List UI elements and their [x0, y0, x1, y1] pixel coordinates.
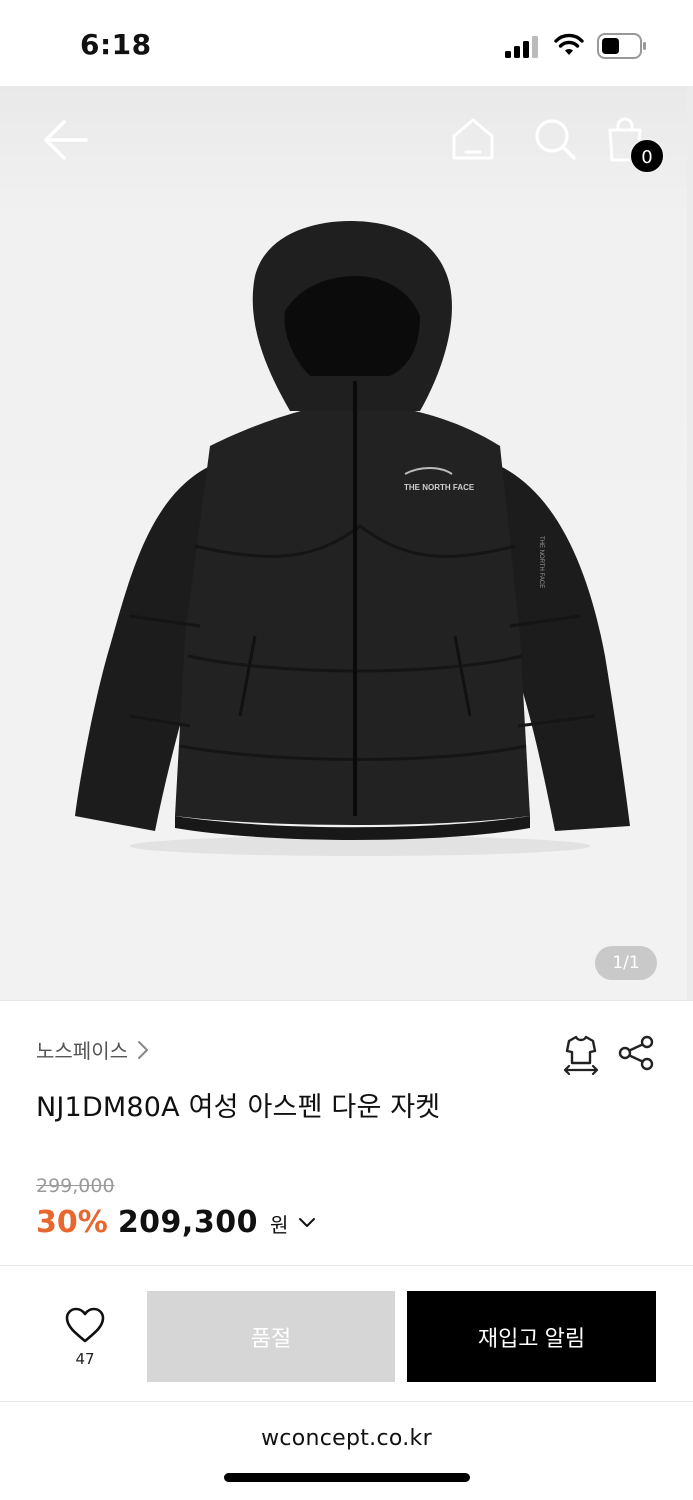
share-icon[interactable] [617, 1035, 655, 1071]
price-row[interactable]: 30% 209,300 원 [36, 1205, 316, 1240]
svg-text:THE NORTH FACE: THE NORTH FACE [404, 483, 475, 492]
chevron-right-icon [138, 1040, 148, 1059]
image-counter: 1/1 [595, 946, 657, 980]
search-icon[interactable] [532, 116, 578, 162]
product-gallery[interactable]: 0 THE NORTH FACE THE NORTH FACE 1/1 [0, 86, 693, 1000]
original-price: 299,000 [36, 1175, 115, 1197]
scroll-track [687, 86, 693, 1000]
like-count: 47 [75, 1350, 95, 1368]
cart-count-badge: 0 [629, 138, 665, 174]
currency-label: 원 [269, 1213, 289, 1237]
brand-name: 노스페이스 [36, 1039, 128, 1063]
product-image: THE NORTH FACE THE NORTH FACE [75, 221, 630, 856]
heart-icon [65, 1307, 105, 1343]
status-bar: 6:18 [0, 0, 693, 86]
restock-alert-button[interactable]: 재입고 알림 [407, 1291, 656, 1382]
home-icon[interactable] [450, 116, 496, 162]
wifi-icon [554, 33, 584, 55]
svg-text:THE NORTH FACE: THE NORTH FACE [538, 536, 544, 588]
brand-link[interactable]: 노스페이스 [36, 1035, 150, 1064]
product-title: NJ1DM80A 여성 아스펜 다운 자켓 [36, 1092, 441, 1123]
like-button[interactable]: 47 [55, 1306, 115, 1370]
url-text[interactable]: wconcept.co.kr [0, 1426, 693, 1451]
discount-rate: 30% [36, 1205, 108, 1240]
cart-button[interactable]: 0 [605, 116, 665, 176]
back-arrow-icon[interactable] [40, 116, 92, 164]
sale-price: 209,300 [117, 1205, 258, 1240]
size-guide-icon[interactable] [561, 1033, 601, 1075]
chevron-down-icon [299, 1217, 316, 1227]
sold-out-button[interactable]: 품절 [147, 1291, 395, 1382]
status-time: 6:18 [80, 28, 152, 61]
home-indicator[interactable] [224, 1473, 470, 1482]
browser-url-bar: wconcept.co.kr [0, 1401, 693, 1500]
purchase-action-bar: 47 품절 재입고 알림 [0, 1265, 693, 1401]
product-info: 노스페이스 NJ1DM80A 여성 아스펜 다운 자켓 299,000 30% … [0, 1000, 693, 1265]
battery-icon [597, 33, 646, 59]
signal-icon [505, 36, 538, 58]
